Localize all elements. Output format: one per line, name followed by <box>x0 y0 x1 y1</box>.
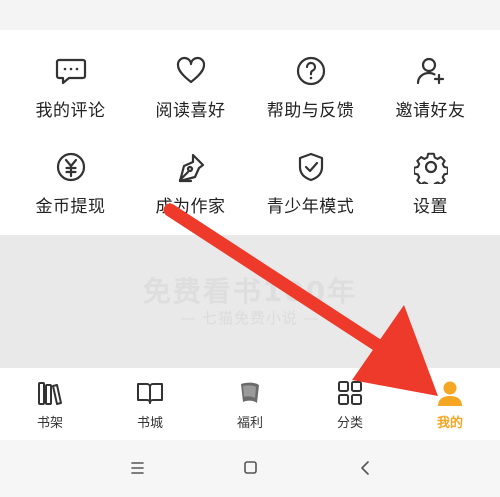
menu-item-coin-withdraw[interactable]: 金币提现 <box>8 150 133 240</box>
tab-label: 福利 <box>236 416 263 431</box>
menu-label: 设置 <box>413 197 448 217</box>
menu-label: 我的评论 <box>35 101 106 121</box>
tab-label: 分类 <box>336 416 363 431</box>
menu-label: 金币提现 <box>35 197 106 217</box>
bookshelf-icon <box>35 378 65 408</box>
pen-icon <box>174 150 208 184</box>
menu-item-become-writer[interactable]: 成为作家 <box>128 150 253 240</box>
banner-title: 免费看书100年 <box>142 275 358 308</box>
tab-mine[interactable]: 我的 <box>400 378 500 436</box>
promo-banner[interactable]: 免费看书100年 — 七猫免费小说 — <box>0 235 500 368</box>
tab-label: 书城 <box>136 416 163 431</box>
open-book-icon <box>135 378 165 408</box>
tab-bookshelf[interactable]: 书架 <box>0 378 100 436</box>
system-nav-bar <box>0 440 500 497</box>
menu-item-reading-preference[interactable]: 阅读喜好 <box>128 54 253 144</box>
menu-label: 邀请好友 <box>395 101 466 121</box>
menu-item-invite-friends[interactable]: 邀请好友 <box>368 54 493 144</box>
feature-menu-panel: 我的评论 阅读喜好 帮助与反馈 邀请好友 金币提现 成为作家 青少年模式 设置 <box>0 30 500 235</box>
tab-bookstore[interactable]: 书城 <box>100 378 200 436</box>
menu-label: 阅读喜好 <box>155 101 226 121</box>
heart-icon <box>174 54 208 88</box>
coin-icon <box>54 150 88 184</box>
home-nav-button[interactable] <box>236 456 266 480</box>
menu-label: 成为作家 <box>155 197 226 217</box>
bottom-tab-bar: 书架 书城 福利 分类 我的 <box>0 368 500 440</box>
shield-check-icon <box>294 150 328 184</box>
gift-icon <box>235 378 265 408</box>
category-grid-icon <box>335 378 365 408</box>
tab-label: 我的 <box>436 416 463 431</box>
top-strip <box>0 0 500 30</box>
add-user-icon <box>414 54 448 88</box>
back-nav-button[interactable] <box>350 456 380 480</box>
tab-category[interactable]: 分类 <box>300 378 400 436</box>
menu-item-help-feedback[interactable]: 帮助与反馈 <box>248 54 373 144</box>
tab-label: 书架 <box>36 416 63 431</box>
menu-label: 帮助与反馈 <box>266 101 355 121</box>
profile-icon <box>435 378 465 408</box>
gear-icon <box>413 150 448 184</box>
comment-icon <box>54 54 88 88</box>
banner-subtitle: — 七猫免费小说 — <box>180 309 320 327</box>
menu-item-my-comments[interactable]: 我的评论 <box>8 54 133 144</box>
help-icon <box>294 54 328 88</box>
menu-nav-button[interactable] <box>122 456 152 480</box>
menu-item-teen-mode[interactable]: 青少年模式 <box>248 150 373 240</box>
tab-welfare[interactable]: 福利 <box>200 378 300 436</box>
menu-item-settings[interactable]: 设置 <box>368 150 493 240</box>
menu-label: 青少年模式 <box>266 197 355 217</box>
